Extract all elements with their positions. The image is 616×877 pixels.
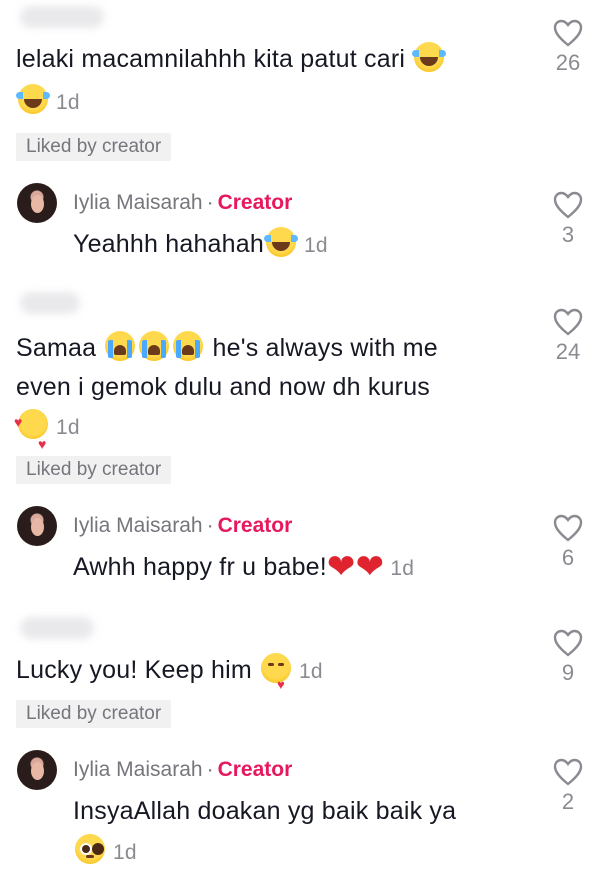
like-count: 9 (561, 660, 575, 685)
heart-outline-icon[interactable] (552, 190, 584, 220)
laughing-tears-emoji (16, 84, 50, 114)
comment-text: Awhh happy fr u babe!❤❤ 1d (73, 548, 415, 586)
like-count: 26 (555, 50, 581, 75)
creator-tag: Creator (217, 191, 293, 214)
reply-author-line: Iylia Maisarah · Creator (73, 758, 293, 781)
author-name[interactable]: Iylia Maisarah (73, 514, 203, 537)
kissing-heart-emoji (261, 653, 292, 704)
smiling-hearts-emoji (14, 403, 48, 463)
like-button[interactable]: 9 (550, 628, 586, 686)
heart-outline-icon[interactable] (552, 757, 584, 787)
like-button[interactable]: 6 (550, 513, 586, 571)
author-name[interactable]: Iylia Maisarah (73, 758, 203, 781)
author-name[interactable]: Iylia Maisarah (73, 191, 203, 214)
comment-time: 1d (299, 660, 323, 683)
reply-author-line: Iylia Maisarah · Creator (73, 514, 293, 537)
like-count: 24 (555, 339, 581, 364)
like-button[interactable]: 3 (550, 190, 586, 248)
comment-time: 1d (56, 416, 80, 439)
comment-text-line2: even i gemok dulu and now dh kurus (16, 373, 431, 401)
like-count: 3 (561, 222, 575, 247)
blurred-username[interactable] (20, 617, 94, 639)
liked-by-creator-badge: Liked by creator (16, 133, 172, 161)
reply-author-line: Iylia Maisarah · Creator (73, 191, 293, 214)
comment-text-line3: 1d (14, 403, 80, 463)
heart-outline-icon[interactable] (552, 307, 584, 337)
red-heart-emoji: ❤ (326, 548, 356, 586)
comment-text: Lucky you! Keep him 1d (16, 651, 323, 704)
like-count: 2 (561, 789, 575, 814)
comment-text: Samaa he's always with me (16, 329, 536, 367)
laughing-tears-emoji (263, 227, 298, 257)
avatar[interactable] (17, 183, 57, 223)
loudly-crying-emoji (139, 331, 170, 361)
heart-outline-icon[interactable] (552, 513, 584, 543)
like-button[interactable]: 24 (550, 307, 586, 365)
avatar[interactable] (17, 750, 57, 790)
comment-text: InsyaAllah doakan yg baik baik ya (73, 797, 457, 825)
blurred-username[interactable] (20, 292, 80, 314)
creator-tag: Creator (217, 514, 293, 537)
loudly-crying-emoji (105, 331, 136, 361)
liked-by-creator-badge: Liked by creator (16, 456, 172, 484)
loudly-crying-emoji (173, 331, 204, 361)
like-button[interactable]: 2 (550, 757, 586, 815)
comment-text: lelaki macamnilahhh kita patut cari (16, 40, 526, 78)
laughing-tears-emoji (412, 42, 447, 72)
comment-text-line2: 1d (73, 832, 137, 872)
comment-time: 1d (56, 91, 80, 114)
blurred-username[interactable] (20, 6, 104, 28)
comment-time: 1d (390, 557, 415, 580)
creator-tag: Creator (217, 758, 293, 781)
heart-outline-icon[interactable] (552, 628, 584, 658)
comment-text-line2: 1d (16, 82, 80, 122)
comment-time: 1d (113, 841, 137, 864)
avatar[interactable] (17, 506, 57, 546)
heart-outline-icon[interactable] (552, 18, 584, 48)
like-count: 6 (561, 545, 575, 570)
like-button[interactable]: 26 (550, 18, 586, 76)
comment-time: 1d (303, 234, 328, 257)
red-heart-emoji: ❤ (355, 548, 385, 586)
liked-by-creator-badge: Liked by creator (16, 700, 172, 728)
pleading-face-emoji (75, 834, 105, 864)
comment-text: Yeahhh hahahah 1d (73, 225, 328, 265)
